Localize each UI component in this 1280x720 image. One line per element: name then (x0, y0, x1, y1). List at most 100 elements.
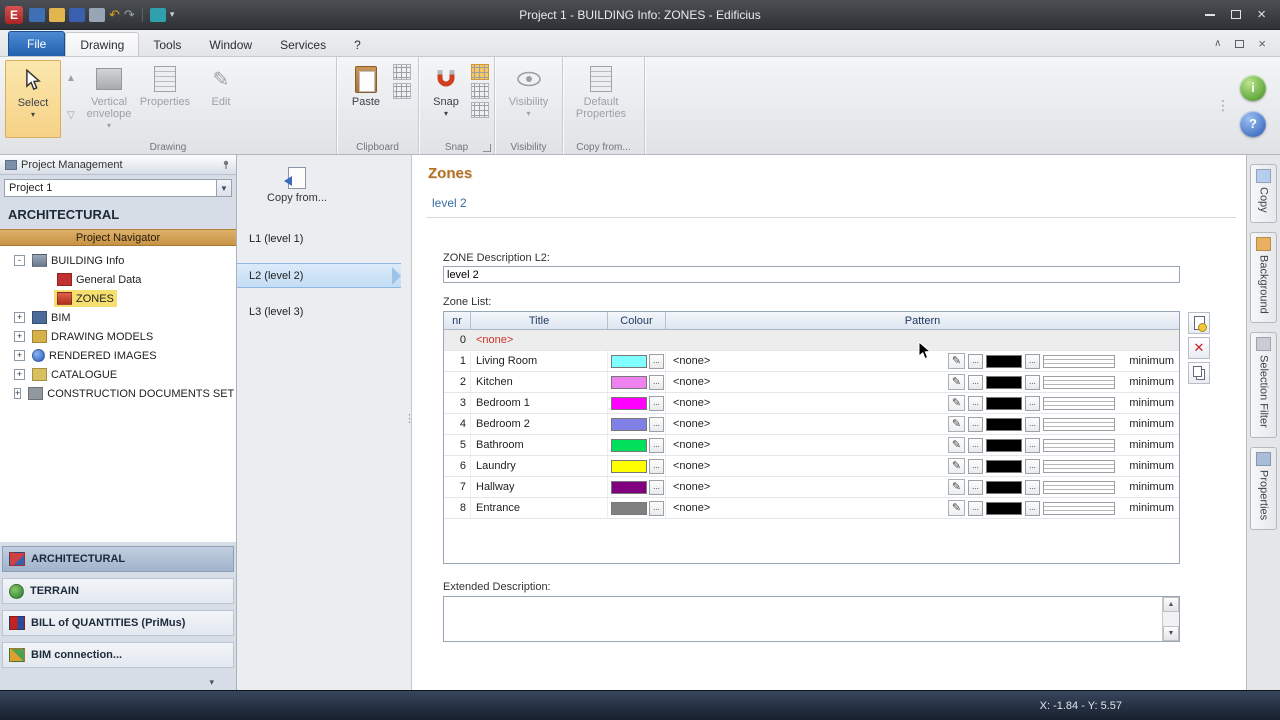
duplicate-zone-button[interactable] (1188, 362, 1210, 384)
zone-colour-picker-button[interactable]: ... (649, 374, 664, 390)
pattern-colour-picker-button[interactable]: ... (1025, 395, 1040, 411)
pattern-edit-button[interactable]: ✎ (948, 374, 965, 390)
zone-colour-picker-button[interactable]: ... (649, 479, 664, 495)
pattern-colour-picker-button[interactable]: ... (1025, 374, 1040, 390)
side-tab-properties[interactable]: Properties (1250, 447, 1277, 531)
zone-colour-picker-button[interactable]: ... (649, 353, 664, 369)
zone-row[interactable]: 4 Bedroom 2... <none> ✎...... minimum (444, 414, 1179, 435)
ribbon-overflow-dots-icon[interactable]: ⋮ (1216, 97, 1230, 114)
zone-row[interactable]: 0 <none> (444, 330, 1179, 351)
zone-row[interactable]: 6 Laundry... <none> ✎...... minimum (444, 456, 1179, 477)
pattern-colour-swatch[interactable] (986, 417, 1022, 431)
close-document-icon[interactable]: × (1258, 36, 1266, 51)
pattern-picker-button[interactable]: ... (968, 437, 983, 453)
level-item-l3-level-3[interactable]: L3 (level 3) (237, 301, 401, 323)
visibility-button[interactable]: Visibility ▾ (500, 60, 557, 138)
close-button[interactable]: × (1257, 7, 1266, 22)
expand-expander-icon[interactable]: + (14, 312, 25, 323)
pattern-colour-swatch[interactable] (986, 375, 1022, 389)
pattern-colour-picker-button[interactable]: ... (1025, 500, 1040, 516)
open-icon[interactable] (49, 7, 65, 22)
arrow-up-icon[interactable]: ▲ (66, 73, 76, 84)
pattern-density-preview[interactable] (1043, 438, 1115, 452)
tab-tools[interactable]: Tools (139, 33, 195, 56)
zone-colour-swatch[interactable] (611, 438, 647, 452)
customize-toolbar-caret-icon[interactable]: ▾ (170, 9, 175, 20)
header-colour[interactable]: Colour (608, 312, 666, 329)
pattern-colour-picker-button[interactable]: ... (1025, 458, 1040, 474)
pattern-edit-button[interactable]: ✎ (948, 353, 965, 369)
tab-services[interactable]: Services (266, 33, 340, 56)
zone-row[interactable]: 3 Bedroom 1... <none> ✎...... minimum (444, 393, 1179, 414)
expand-expander-icon[interactable]: + (14, 350, 25, 361)
minimize-button[interactable] (1205, 13, 1216, 16)
add-zone-button[interactable] (1188, 312, 1210, 334)
pattern-density-preview[interactable] (1043, 354, 1115, 368)
pattern-density-preview[interactable] (1043, 396, 1115, 410)
pattern-picker-button[interactable]: ... (968, 479, 983, 495)
snap-grid-icon[interactable] (471, 83, 489, 99)
header-title[interactable]: Title (471, 312, 608, 329)
pattern-edit-button[interactable]: ✎ (948, 458, 965, 474)
tab-file[interactable]: File (8, 31, 66, 56)
pattern-edit-button[interactable]: ✎ (948, 479, 965, 495)
side-tab-selection-filter[interactable]: Selection Filter (1250, 332, 1277, 439)
zone-colour-swatch[interactable] (611, 417, 647, 431)
tree-item-construction-documents-set[interactable]: + CONSTRUCTION DOCUMENTS SET (0, 384, 236, 403)
select-button[interactable]: Select ▾ (5, 60, 61, 138)
header-pattern[interactable]: Pattern (666, 312, 1179, 329)
zone-colour-picker-button[interactable]: ... (649, 437, 664, 453)
pattern-picker-button[interactable]: ... (968, 458, 983, 474)
copy-from-button[interactable]: Copy from... (251, 167, 343, 204)
tree-item-building-info[interactable]: - BUILDING Info (0, 251, 236, 270)
restore-document-icon[interactable] (1235, 39, 1245, 48)
pattern-colour-swatch[interactable] (986, 396, 1022, 410)
zone-colour-swatch[interactable] (611, 501, 647, 515)
level-item-l2-level-2[interactable]: L2 (level 2) (237, 263, 401, 288)
delete-zone-button[interactable]: ✕ (1188, 337, 1210, 359)
expand-expander-icon[interactable]: + (14, 388, 22, 399)
copy-picture-icon[interactable] (393, 64, 411, 80)
pattern-edit-button[interactable]: ✎ (948, 500, 965, 516)
copy-grid-icon[interactable] (393, 83, 411, 99)
zone-row[interactable]: 1 Living Room... <none> ✎...... minimum (444, 351, 1179, 372)
zone-row[interactable]: 8 Entrance... <none> ✎...... minimum (444, 498, 1179, 519)
expand-expander-icon[interactable]: + (14, 331, 25, 342)
save-icon[interactable] (69, 7, 85, 22)
arrow-down-icon[interactable]: ▽ (67, 110, 75, 121)
nav-bill-of-quantities-primus[interactable]: BILL of QUANTITIES (PriMus) (2, 610, 234, 636)
pattern-picker-button[interactable]: ... (968, 374, 983, 390)
pattern-colour-swatch[interactable] (986, 480, 1022, 494)
tab-window[interactable]: Window (195, 33, 266, 56)
pattern-colour-picker-button[interactable]: ... (1025, 416, 1040, 432)
scroll-down-icon[interactable]: ▼ (1163, 626, 1179, 641)
pattern-picker-button[interactable]: ... (968, 500, 983, 516)
zone-colour-swatch[interactable] (611, 459, 647, 473)
vertical-envelope-button[interactable]: Vertical envelope ▾ (81, 60, 137, 138)
zone-row[interactable]: 5 Bathroom... <none> ✎...... minimum (444, 435, 1179, 456)
tree-item-bim[interactable]: + BIM (0, 308, 236, 327)
zone-colour-swatch[interactable] (611, 375, 647, 389)
pattern-colour-picker-button[interactable]: ... (1025, 353, 1040, 369)
nav-terrain[interactable]: TERRAIN (2, 578, 234, 604)
pattern-colour-swatch[interactable] (986, 501, 1022, 515)
pattern-density-preview[interactable] (1043, 375, 1115, 389)
pattern-density-preview[interactable] (1043, 417, 1115, 431)
nav-architectural[interactable]: ARCHITECTURAL (2, 546, 234, 572)
maximize-button[interactable] (1231, 10, 1242, 19)
pattern-density-preview[interactable] (1043, 501, 1115, 515)
level-item-l1-level-1[interactable]: L1 (level 1) (237, 228, 401, 250)
pattern-picker-button[interactable]: ... (968, 353, 983, 369)
properties-button[interactable]: Properties (137, 60, 193, 138)
tree-item-general-data[interactable]: General Data (0, 270, 236, 289)
zone-row[interactable]: 7 Hallway... <none> ✎...... minimum (444, 477, 1179, 498)
project-select[interactable]: Project 1 ▼ (4, 179, 232, 197)
pattern-colour-picker-button[interactable]: ... (1025, 479, 1040, 495)
side-tab-copy[interactable]: Copy (1250, 164, 1277, 223)
view-icon[interactable] (149, 7, 166, 22)
side-tab-background[interactable]: Background (1250, 231, 1277, 324)
collapse-panel-caret-icon[interactable]: ▾ (209, 677, 214, 688)
pattern-edit-button[interactable]: ✎ (948, 437, 965, 453)
project-navigator-bar[interactable]: Project Navigator (0, 229, 236, 246)
tab-drawing[interactable]: Drawing (65, 32, 140, 56)
